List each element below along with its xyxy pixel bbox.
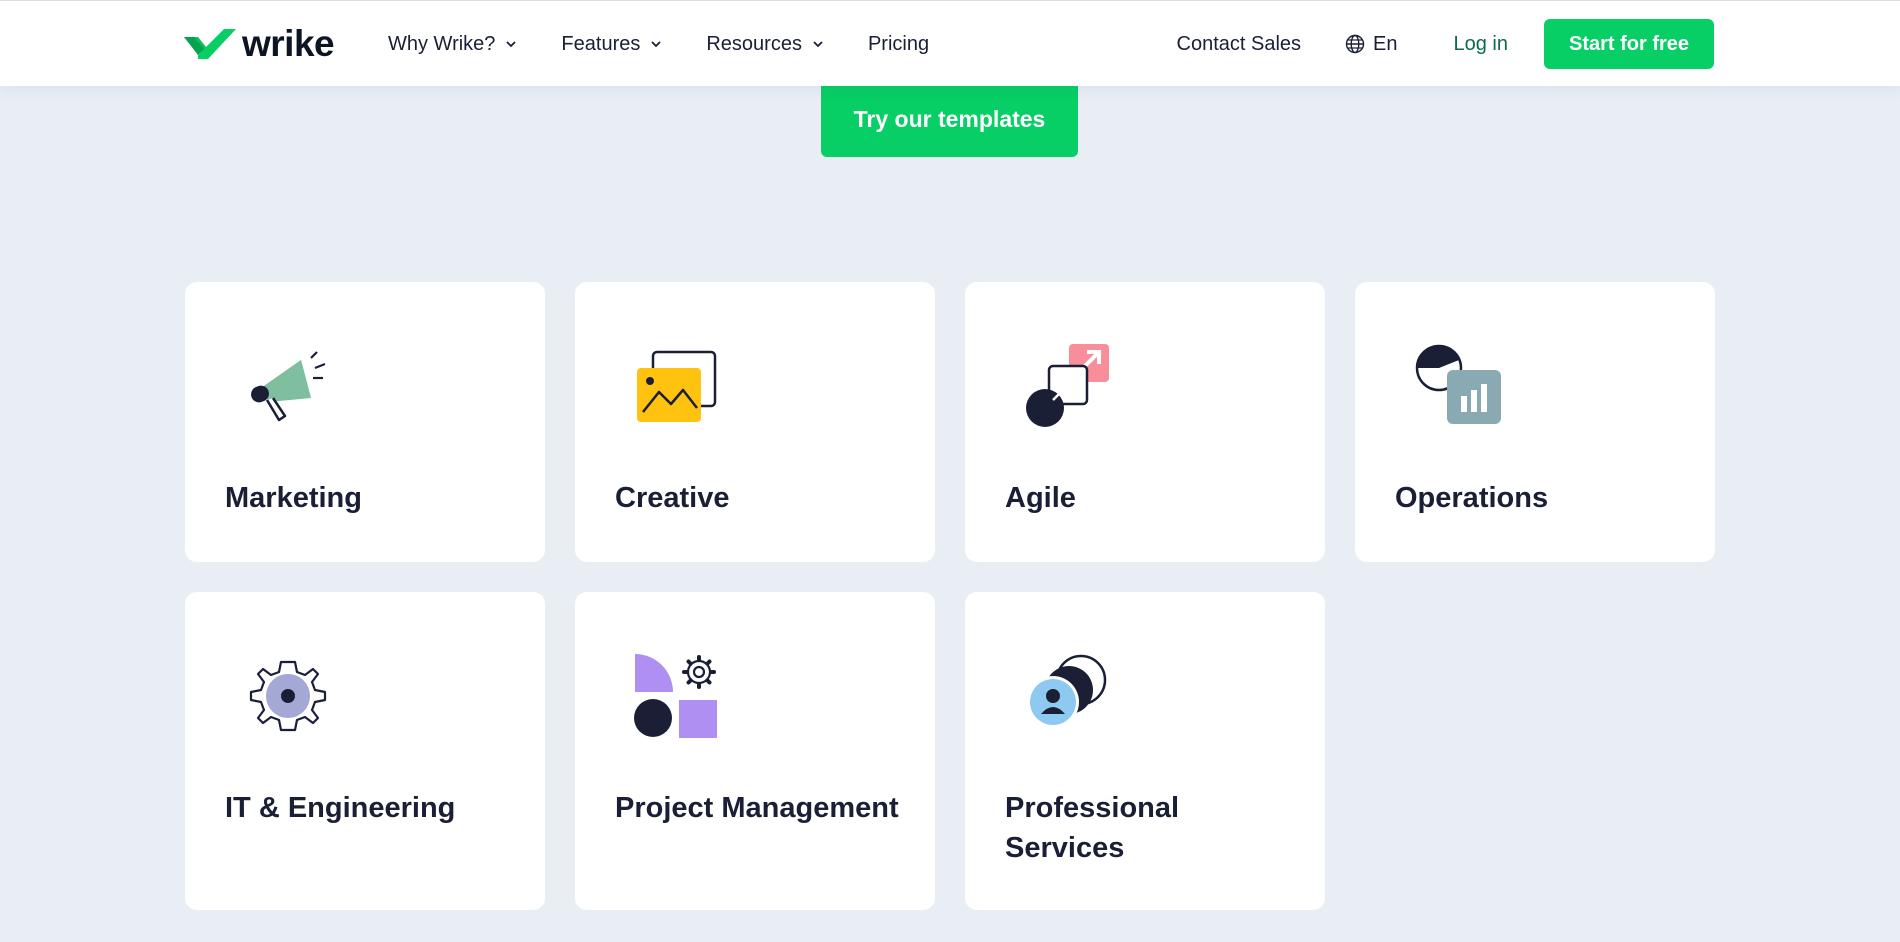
- chevron-down-icon: [651, 41, 661, 48]
- card-marketing[interactable]: Marketing: [185, 282, 545, 562]
- card-label: Creative: [615, 482, 730, 514]
- contact-sales-link[interactable]: Contact Sales: [1177, 33, 1302, 56]
- card-label: Agile: [1005, 482, 1076, 514]
- wrike-logo[interactable]: wrike: [184, 22, 335, 64]
- card-it-engineering[interactable]: IT & Engineering: [185, 592, 545, 910]
- nav-resources[interactable]: Resources: [706, 33, 824, 56]
- site-header: wrike Why Wrike? Features Resources Pric…: [0, 0, 1900, 86]
- shapes-icon: [634, 654, 717, 738]
- card-creative[interactable]: Creative: [575, 282, 935, 562]
- language-label: En: [1373, 32, 1398, 55]
- try-templates-button[interactable]: Try our templates: [821, 82, 1078, 157]
- nav-label: Resources: [706, 32, 802, 55]
- chart-icon: [1415, 344, 1501, 424]
- card-label: Marketing: [225, 482, 362, 514]
- wrike-check-icon: [184, 29, 236, 59]
- card-label: IT & Engineering: [225, 792, 456, 824]
- nav-pricing[interactable]: Pricing: [868, 33, 929, 56]
- language-selector[interactable]: En: [1345, 32, 1398, 56]
- people-icon: [1027, 654, 1107, 728]
- arrow-nodes-icon: [1026, 344, 1109, 427]
- nav-features[interactable]: Features: [561, 33, 662, 56]
- nav-label: Features: [561, 32, 641, 55]
- card-operations[interactable]: Operations: [1355, 282, 1715, 562]
- nav-label: Pricing: [867, 32, 930, 55]
- card-label: Operations: [1395, 482, 1549, 514]
- card-label: Professional Services: [1005, 792, 1180, 864]
- gear-icon: [249, 660, 327, 732]
- megaphone-icon: [251, 351, 326, 422]
- card-label: Project Management: [615, 792, 899, 824]
- main-nav: Why Wrike? Features Resources Pricing: [388, 1, 973, 87]
- logo-text: wrike: [242, 22, 335, 64]
- nav-label: Why Wrike?: [388, 32, 496, 55]
- header-actions: Contact Sales En Log in Start for free: [1177, 1, 1714, 87]
- card-professional-services[interactable]: Professional Services: [965, 592, 1325, 910]
- nav-why-wrike[interactable]: Why Wrike?: [388, 33, 517, 56]
- login-link[interactable]: Log in: [1454, 33, 1509, 56]
- image-icon: [637, 350, 717, 422]
- globe-icon: [1345, 34, 1365, 54]
- chevron-down-icon: [813, 41, 823, 48]
- start-for-free-button[interactable]: Start for free: [1544, 19, 1714, 69]
- card-agile[interactable]: Agile: [965, 282, 1325, 562]
- chevron-down-icon: [506, 41, 517, 48]
- card-project-management[interactable]: Project Management: [575, 592, 935, 910]
